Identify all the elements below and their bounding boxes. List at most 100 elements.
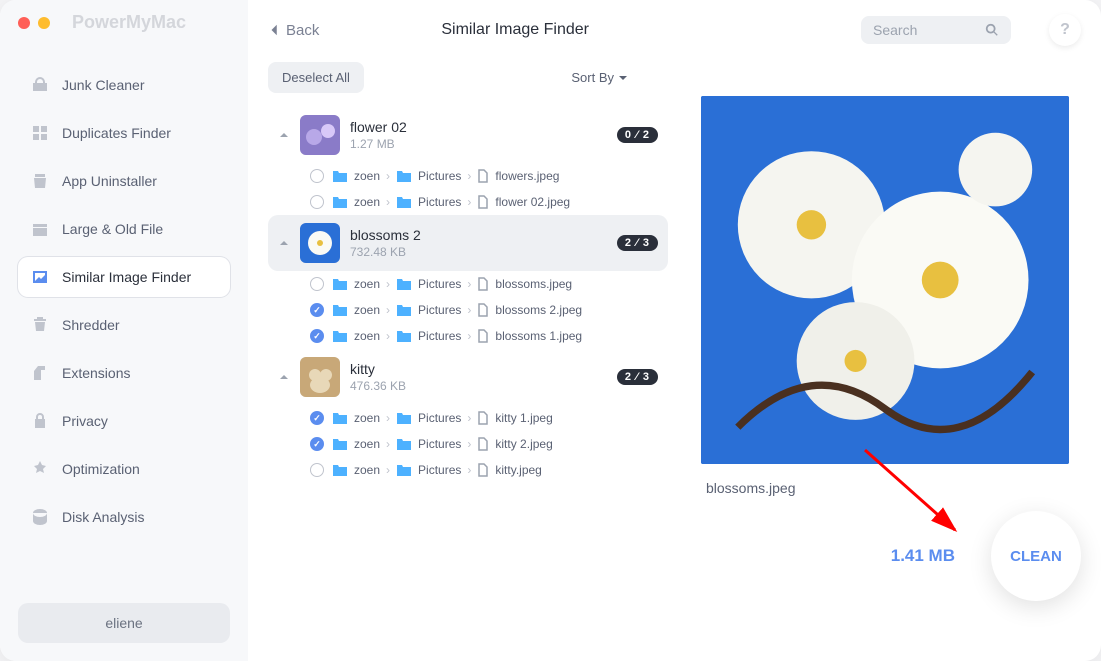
file-path: zoen›Pictures›blossoms.jpeg bbox=[332, 277, 572, 291]
nav-icon bbox=[30, 219, 50, 239]
chevron-down-icon bbox=[278, 129, 290, 141]
file-row[interactable]: zoen›Pictures›flowers.jpeg bbox=[268, 163, 668, 189]
page-title: Similar Image Finder bbox=[189, 21, 841, 39]
file-path: zoen›Pictures›kitty 2.jpeg bbox=[332, 437, 553, 451]
nav-label: Disk Analysis bbox=[62, 509, 144, 525]
folder-icon bbox=[332, 303, 348, 317]
folder-icon bbox=[332, 329, 348, 343]
nav-label: Duplicates Finder bbox=[62, 125, 171, 141]
group-name: blossoms 2 bbox=[350, 227, 607, 243]
folder-icon bbox=[396, 277, 412, 291]
search-placeholder: Search bbox=[873, 22, 985, 38]
folder-icon bbox=[332, 411, 348, 425]
file-icon bbox=[477, 195, 489, 209]
group-header[interactable]: kitty476.36 KB2 ⁄ 3 bbox=[268, 349, 668, 405]
sidebar-nav: Junk Cleaner Duplicates Finder App Uninsta… bbox=[18, 65, 230, 603]
window-close-button[interactable] bbox=[18, 17, 30, 29]
file-checkbox[interactable] bbox=[310, 463, 324, 477]
nav-icon bbox=[30, 171, 50, 191]
sort-by-label: Sort By bbox=[571, 70, 614, 85]
file-checkbox[interactable] bbox=[310, 329, 324, 343]
file-icon bbox=[477, 303, 489, 317]
file-row[interactable]: zoen›Pictures›blossoms.jpeg bbox=[268, 271, 668, 297]
search-icon bbox=[985, 23, 999, 37]
sidebar-item-junk-cleaner[interactable]: Junk Cleaner bbox=[18, 65, 230, 105]
file-row[interactable]: zoen›Pictures›kitty 1.jpeg bbox=[268, 405, 668, 431]
file-icon bbox=[477, 169, 489, 183]
clean-button[interactable]: CLEAN bbox=[991, 511, 1081, 601]
file-checkbox[interactable] bbox=[310, 437, 324, 451]
sidebar-item-app-uninstaller[interactable]: App Uninstaller bbox=[18, 161, 230, 201]
brand-label: PowerMyMac bbox=[72, 12, 186, 33]
file-checkbox[interactable] bbox=[310, 169, 324, 183]
folder-icon bbox=[396, 329, 412, 343]
folder-icon bbox=[396, 195, 412, 209]
sort-by-dropdown[interactable]: Sort By bbox=[571, 70, 628, 85]
folder-icon bbox=[332, 277, 348, 291]
nav-label: Similar Image Finder bbox=[62, 269, 191, 285]
file-row[interactable]: zoen›Pictures›blossoms 1.jpeg bbox=[268, 323, 668, 349]
nav-icon bbox=[30, 411, 50, 431]
file-icon bbox=[477, 437, 489, 451]
file-checkbox[interactable] bbox=[310, 303, 324, 317]
folder-icon bbox=[396, 437, 412, 451]
chevron-down-icon bbox=[278, 371, 290, 383]
sidebar-item-large-old-file[interactable]: Large & Old File bbox=[18, 209, 230, 249]
file-checkbox[interactable] bbox=[310, 411, 324, 425]
file-path: zoen›Pictures›kitty.jpeg bbox=[332, 463, 542, 477]
group-badge: 2 ⁄ 3 bbox=[617, 235, 658, 251]
sidebar-item-privacy[interactable]: Privacy bbox=[18, 401, 230, 441]
group-size: 476.36 KB bbox=[350, 379, 607, 393]
folder-icon bbox=[396, 463, 412, 477]
nav-icon bbox=[30, 315, 50, 335]
group-thumbnail bbox=[300, 357, 340, 397]
file-path: zoen›Pictures›flower 02.jpeg bbox=[332, 195, 570, 209]
file-icon bbox=[477, 463, 489, 477]
file-row[interactable]: zoen›Pictures›flower 02.jpeg bbox=[268, 189, 668, 215]
sidebar-item-shredder[interactable]: Shredder bbox=[18, 305, 230, 345]
group-badge: 0 ⁄ 2 bbox=[617, 127, 658, 143]
file-icon bbox=[477, 411, 489, 425]
nav-icon bbox=[30, 123, 50, 143]
sidebar-item-optimization[interactable]: Optimization bbox=[18, 449, 230, 489]
nav-label: Extensions bbox=[62, 365, 130, 381]
folder-icon bbox=[332, 437, 348, 451]
deselect-all-button[interactable]: Deselect All bbox=[268, 62, 364, 93]
group-header[interactable]: blossoms 2 732.48 KB 2 ⁄ 3 bbox=[268, 215, 668, 271]
file-checkbox[interactable] bbox=[310, 277, 324, 291]
preview-image bbox=[701, 96, 1069, 464]
folder-icon bbox=[332, 195, 348, 209]
folder-icon bbox=[396, 169, 412, 183]
user-chip[interactable]: eliene bbox=[18, 603, 230, 643]
help-button[interactable]: ? bbox=[1049, 14, 1081, 46]
nav-icon bbox=[30, 267, 50, 287]
nav-label: Large & Old File bbox=[62, 221, 163, 237]
file-row[interactable]: zoen›Pictures›blossoms 2.jpeg bbox=[268, 297, 668, 323]
group-size: 732.48 KB bbox=[350, 245, 607, 259]
group-thumbnail bbox=[300, 115, 340, 155]
sidebar-item-extensions[interactable]: Extensions bbox=[18, 353, 230, 393]
file-row[interactable]: zoen›Pictures›kitty.jpeg bbox=[268, 457, 668, 483]
sidebar-item-duplicates-finder[interactable]: Duplicates Finder bbox=[18, 113, 230, 153]
group-badge: 2 ⁄ 3 bbox=[617, 369, 658, 385]
folder-icon bbox=[332, 169, 348, 183]
sidebar-item-similar-image-finder[interactable]: Similar Image Finder bbox=[18, 257, 230, 297]
file-checkbox[interactable] bbox=[310, 195, 324, 209]
nav-label: Privacy bbox=[62, 413, 108, 429]
folder-icon bbox=[396, 303, 412, 317]
search-input[interactable]: Search bbox=[861, 16, 1011, 44]
file-row[interactable]: zoen›Pictures›kitty 2.jpeg bbox=[268, 431, 668, 457]
window-minimize-button[interactable] bbox=[38, 17, 50, 29]
sidebar-item-disk-analysis[interactable]: Disk Analysis bbox=[18, 497, 230, 537]
file-path: zoen›Pictures›flowers.jpeg bbox=[332, 169, 559, 183]
file-path: zoen›Pictures›blossoms 2.jpeg bbox=[332, 303, 582, 317]
chevron-down-icon bbox=[278, 237, 290, 249]
group-header[interactable]: flower 021.27 MB0 ⁄ 2 bbox=[268, 107, 668, 163]
file-icon bbox=[477, 329, 489, 343]
nav-label: Optimization bbox=[62, 461, 140, 477]
nav-label: Shredder bbox=[62, 317, 120, 333]
groups-list: flower 021.27 MB0 ⁄ 2 zoen›Pictures›flowe… bbox=[268, 107, 668, 641]
nav-label: Junk Cleaner bbox=[62, 77, 145, 93]
total-size-label: 1.41 MB bbox=[891, 546, 955, 566]
file-icon bbox=[477, 277, 489, 291]
